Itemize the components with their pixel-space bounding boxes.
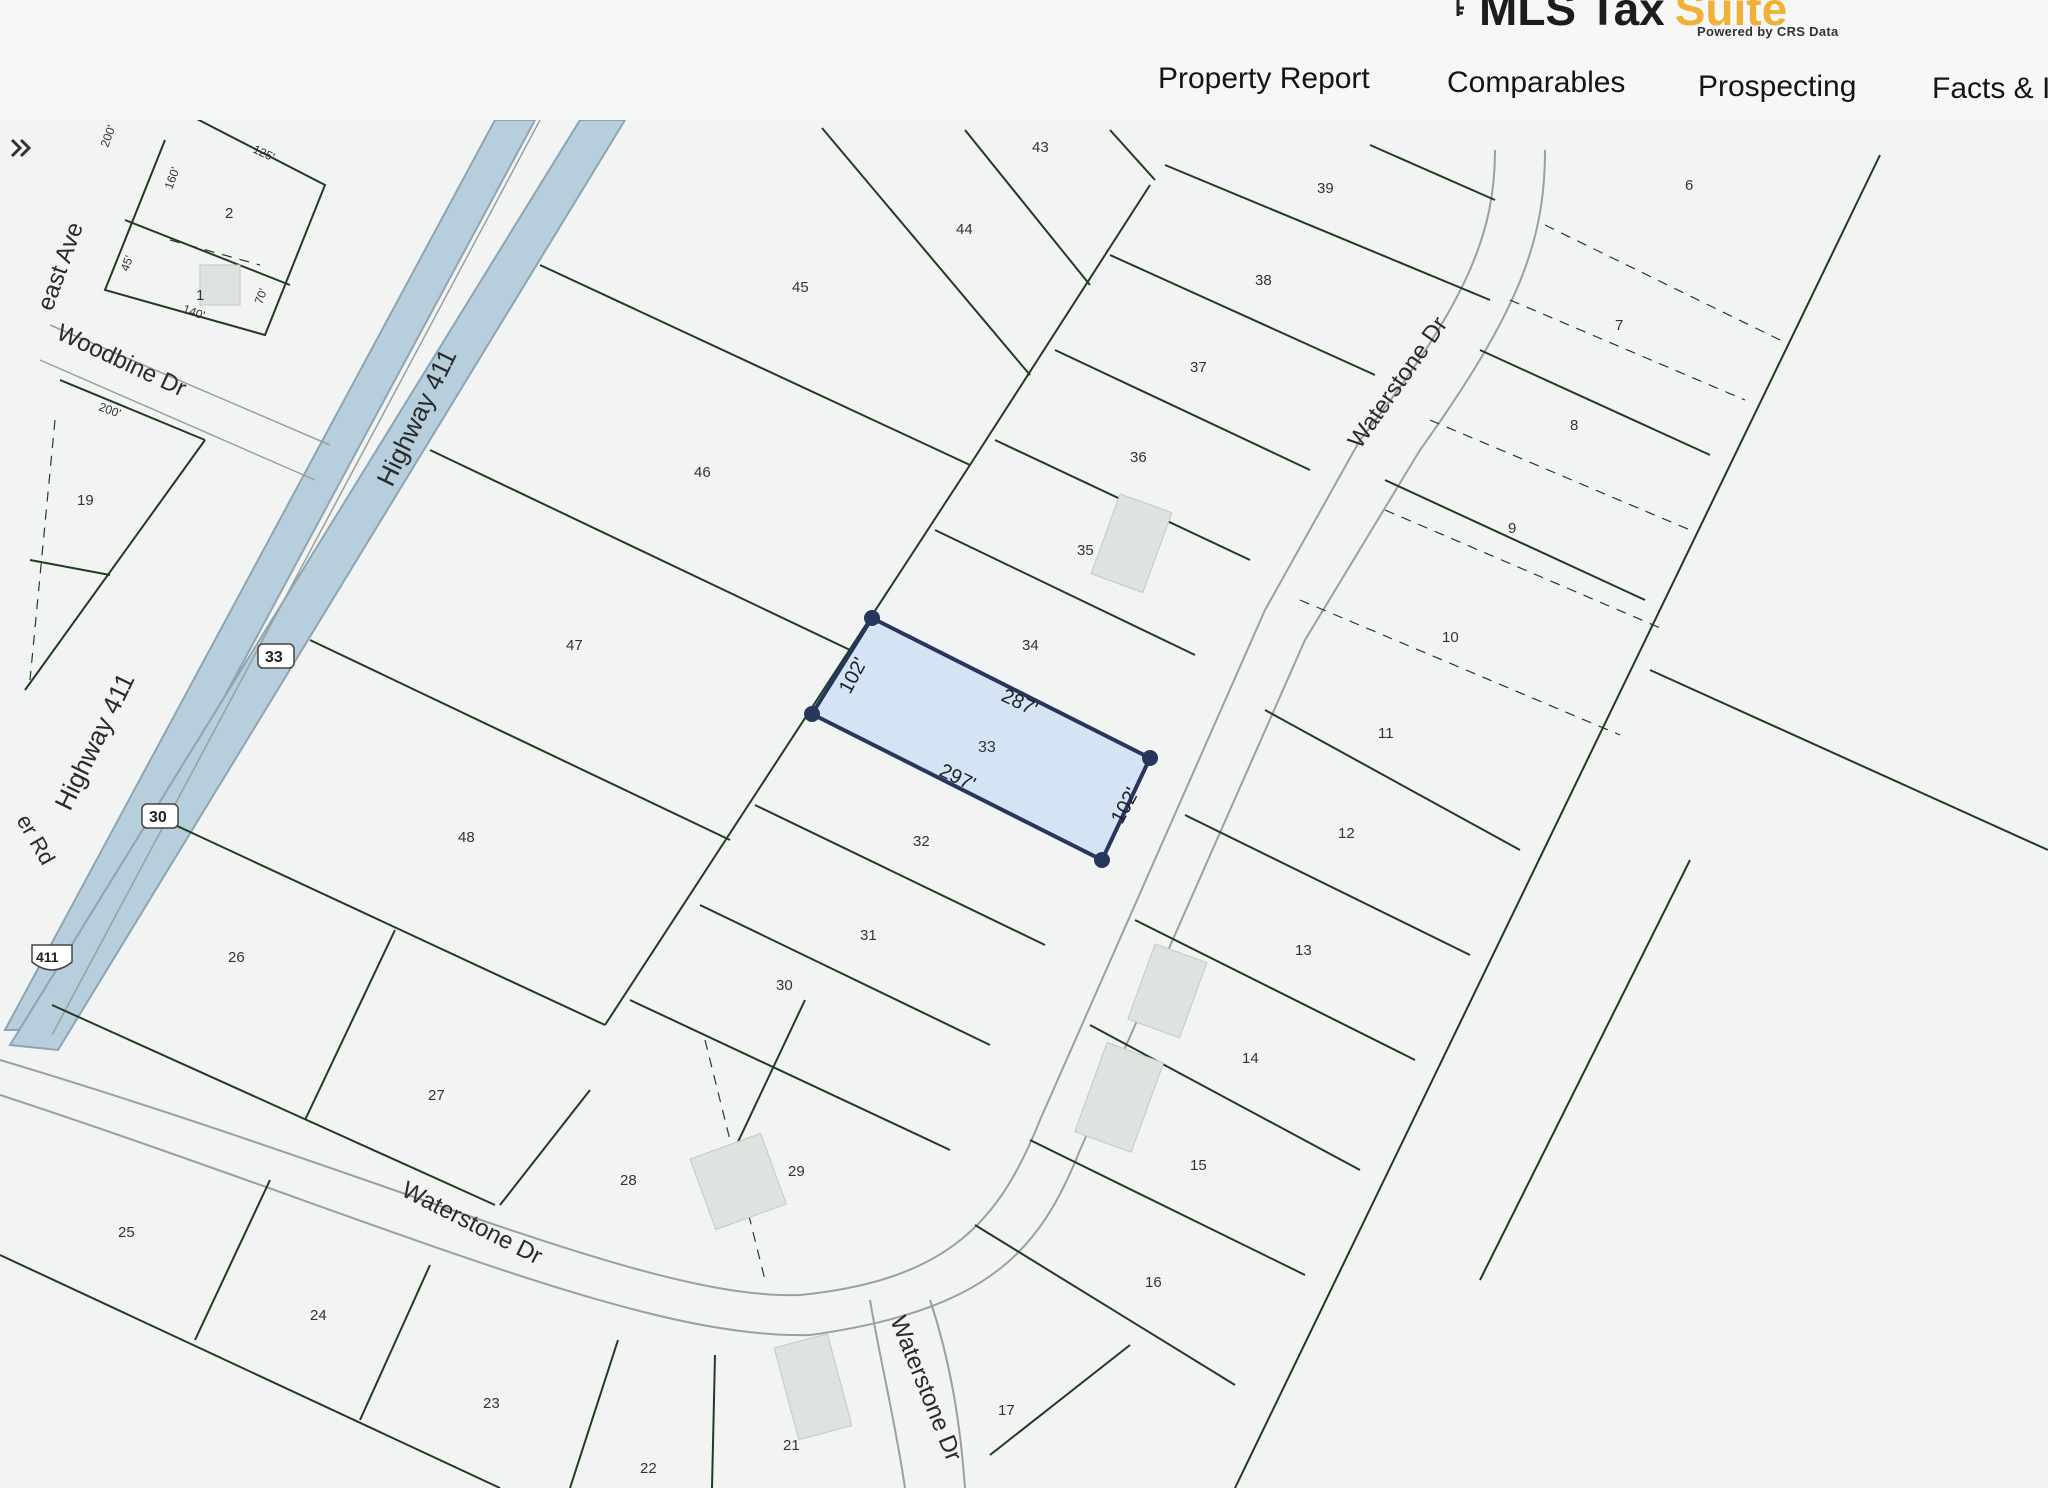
lot-label: 11 bbox=[1378, 725, 1394, 742]
lot-label: 47 bbox=[566, 637, 583, 654]
powered-by-text: Powered by CRS Data bbox=[1697, 24, 1839, 39]
lot-label: 31 bbox=[860, 927, 877, 944]
lot-label: 39 bbox=[1317, 180, 1334, 197]
lot-label: 35 bbox=[1077, 542, 1094, 559]
lot-label: 37 bbox=[1190, 359, 1207, 376]
lot-label: 25 bbox=[118, 1224, 135, 1241]
shield-label: 411 bbox=[36, 949, 59, 965]
lot-label: 29 bbox=[788, 1163, 805, 1180]
lot-label: 28 bbox=[620, 1172, 637, 1189]
lot-label: 44 bbox=[956, 221, 973, 238]
parcel-vertex-handle[interactable] bbox=[1094, 852, 1110, 868]
tab-prospecting[interactable]: Prospecting bbox=[1698, 70, 1856, 104]
tab-comparables[interactable]: Comparables bbox=[1447, 66, 1625, 100]
lot-label: 15 bbox=[1190, 1157, 1207, 1174]
tab-property-report[interactable]: Property Report bbox=[1158, 62, 1370, 96]
lot-label: 21 bbox=[783, 1437, 800, 1454]
lot-label: 9 bbox=[1508, 520, 1516, 537]
expand-panel-icon[interactable] bbox=[6, 134, 38, 166]
lot-label: 19 bbox=[77, 492, 94, 509]
parcel-vertex-handle[interactable] bbox=[864, 610, 880, 626]
lot-label: 14 bbox=[1242, 1050, 1259, 1067]
lot-label: 48 bbox=[458, 829, 475, 846]
lot-label: 22 bbox=[640, 1460, 657, 1477]
lot-label: 13 bbox=[1295, 942, 1312, 959]
route-shield-33: 33 bbox=[257, 643, 295, 669]
lot-label: 2 bbox=[225, 205, 233, 222]
lot-label: 26 bbox=[228, 949, 245, 966]
app-header: MLS Tax Suite Powered by CRS Data Propert… bbox=[0, 0, 2048, 121]
lot-label: 12 bbox=[1338, 825, 1355, 842]
lot-label: 23 bbox=[483, 1395, 500, 1412]
parcel-map[interactable]: 33 287' 297' 102' 102' east Ave Woodbine… bbox=[0, 120, 2048, 1488]
lot-label: 34 bbox=[1022, 637, 1039, 654]
lot-label: 46 bbox=[694, 464, 711, 481]
shield-label: 33 bbox=[265, 649, 283, 666]
lot-label: 33 bbox=[978, 739, 996, 756]
shield-label: 30 bbox=[149, 809, 167, 826]
lot-label: 27 bbox=[428, 1087, 445, 1104]
lot-label: 24 bbox=[310, 1307, 327, 1324]
route-shield-411: 411 bbox=[31, 944, 73, 971]
brand-name: MLS Tax bbox=[1479, 0, 1665, 35]
lot-label: 17 bbox=[998, 1402, 1015, 1419]
parcel-vertex-handle[interactable] bbox=[804, 706, 820, 722]
route-shield-30: 30 bbox=[141, 803, 179, 829]
lot-label: 38 bbox=[1255, 272, 1272, 289]
brand-logo[interactable]: MLS Tax Suite Powered by CRS Data bbox=[1445, 0, 1838, 39]
key-logo-icon bbox=[1456, 0, 1464, 16]
lot-label: 16 bbox=[1145, 1274, 1162, 1291]
tab-facts[interactable]: Facts & I bbox=[1932, 72, 2048, 106]
lot-label: 32 bbox=[913, 833, 930, 850]
lot-label: 36 bbox=[1130, 449, 1147, 466]
lot-label: 45 bbox=[792, 279, 809, 296]
lot-label: 6 bbox=[1685, 177, 1693, 194]
lot-label: 43 bbox=[1032, 139, 1049, 156]
lot-label: 1 bbox=[196, 287, 204, 304]
parcel-vertex-handle[interactable] bbox=[1142, 750, 1158, 766]
lot-label: 7 bbox=[1615, 317, 1623, 334]
lot-label: 30 bbox=[776, 977, 793, 994]
lot-label: 8 bbox=[1570, 417, 1578, 434]
lot-label: 10 bbox=[1442, 629, 1459, 646]
